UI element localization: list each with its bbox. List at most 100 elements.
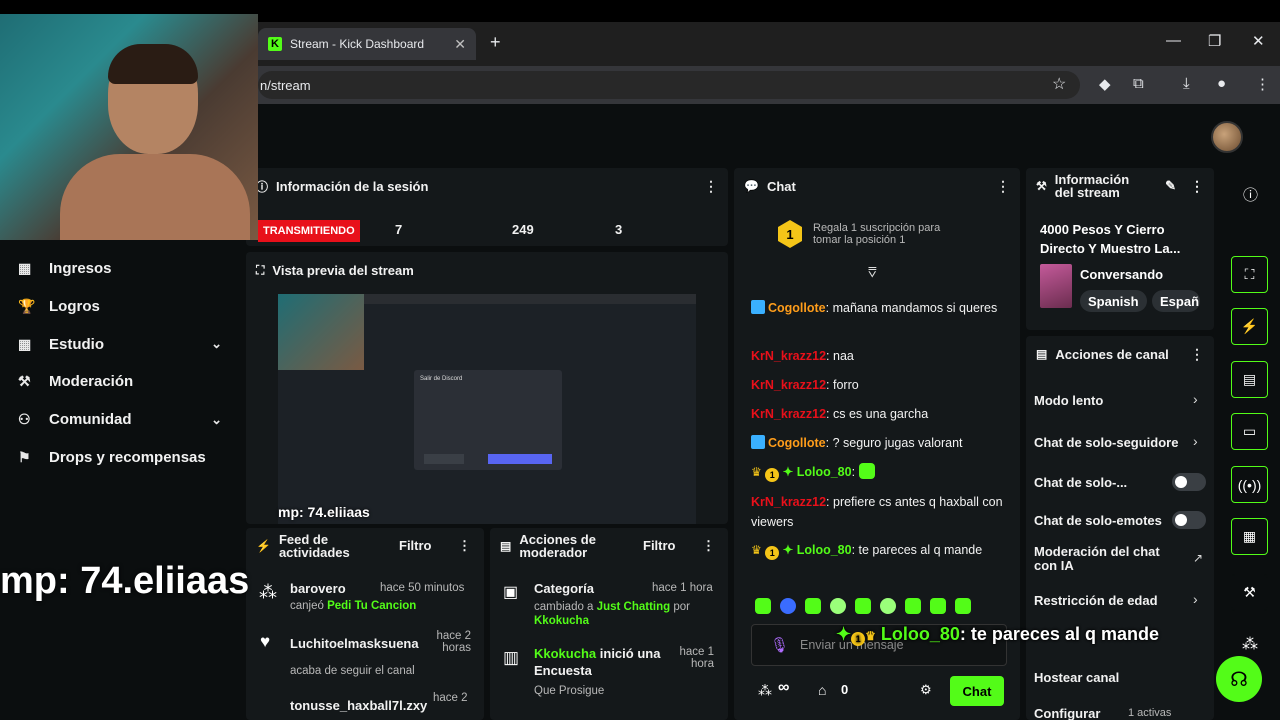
rail-preview-button[interactable]: ⛶ (1231, 256, 1268, 293)
activity-reward: Pedi Tu Cancion (327, 600, 417, 612)
close-window-button[interactable]: ✕ (1252, 32, 1265, 50)
chat-username[interactable]: KrN_krazz12 (751, 349, 826, 363)
new-tab-button[interactable]: + (490, 32, 501, 53)
sidebar-item-ingresos[interactable]: ▦ Ingresos (0, 250, 240, 288)
chat-username[interactable]: KrN_krazz12 (751, 407, 826, 421)
url-field[interactable]: n/stream (258, 71, 1080, 99)
preview-icon: ⛶ (1244, 266, 1255, 282)
stream-preview-video[interactable]: Salir de Discord (278, 294, 696, 524)
emotes-only-toggle[interactable] (1172, 511, 1206, 529)
category-thumbnail[interactable] (1040, 264, 1072, 308)
activity-item: Luchitoelmasksuena acaba de seguir el ca… (290, 636, 419, 677)
action-followers-only[interactable]: Chat de solo-seguidore (1034, 435, 1178, 450)
info-circle-icon[interactable]: ⓘ (1243, 184, 1258, 205)
users-icon: ⁂ (259, 582, 277, 602)
chat-username[interactable]: KrN_krazz12 (751, 495, 826, 509)
restore-button[interactable]: ❐ (1208, 32, 1221, 50)
gift-prompt[interactable]: Regala 1 suscripción para tomar la posic… (813, 222, 963, 246)
chevron-right-icon[interactable]: › (1193, 391, 1198, 407)
chat-username[interactable]: Cogollote (768, 436, 826, 450)
chat-username[interactable]: Loloo_80 (797, 465, 852, 479)
browser-menu-icon[interactable]: ⋮ (1255, 75, 1270, 93)
modactions-filter-button[interactable]: Filtro (643, 538, 676, 553)
stat-value: 249 (512, 222, 534, 237)
emote-icon[interactable] (780, 598, 796, 614)
rail-tools-button[interactable]: ⚒ (1231, 574, 1268, 611)
activity-filter-button[interactable]: Filtro (399, 538, 432, 553)
stream-info-header: ⚒ Información del stream ✎ ⋮ (1026, 168, 1214, 204)
action-configure[interactable]: Configurar (1034, 706, 1100, 720)
sidebar-item-logros[interactable]: 🏆 Logros (0, 288, 240, 326)
stream-category[interactable]: Conversando (1080, 267, 1163, 282)
action-slow-mode[interactable]: Modo lento (1034, 393, 1103, 408)
emote-icon[interactable] (905, 598, 921, 614)
minimize-button[interactable]: — (1166, 32, 1181, 49)
external-link-icon[interactable]: ↗ (1193, 551, 1203, 565)
chevron-right-icon[interactable]: › (1193, 433, 1198, 449)
activity-menu-icon[interactable]: ⋮ (458, 538, 471, 554)
wrench-icon: ⚒ (18, 373, 31, 390)
chat-menu-icon[interactable]: ⋮ (996, 178, 1010, 195)
rail-modlog-button[interactable]: ▤ (1231, 361, 1268, 398)
download-icon[interactable]: ⤓ (1183, 75, 1190, 92)
community-icon[interactable]: ⁂ (1242, 634, 1258, 654)
sidebar-item-moderacion[interactable]: ⚒ Moderación (0, 363, 240, 401)
pinned-toggle-icon[interactable]: ⩢ (868, 264, 877, 281)
stream-tag[interactable]: Españ (1152, 290, 1200, 312)
action-age-restriction[interactable]: Restricción de edad (1034, 593, 1158, 608)
rail-chat-button[interactable]: ▭ (1231, 413, 1268, 450)
rail-activity-button[interactable]: ⚡ (1231, 308, 1268, 345)
close-tab-icon[interactable]: ✕ (454, 36, 466, 53)
chat-username[interactable]: Cogollote (768, 301, 826, 315)
chat-send-button[interactable]: Chat (950, 676, 1004, 706)
emote-icon[interactable] (755, 598, 771, 614)
chevron-down-icon[interactable]: ⌄ (211, 336, 222, 352)
chat-text: : te pareces al q mande (851, 543, 983, 557)
chat-username[interactable]: KrN_krazz12 (751, 378, 826, 392)
extension-diamond-icon[interactable]: ◆ (1099, 75, 1111, 93)
preview-webcam (278, 294, 364, 370)
emote-icon[interactable] (855, 598, 871, 614)
action-ai-moderation[interactable]: Moderación del chat con IA (1034, 545, 1174, 573)
sidebar-item-label: Moderación (49, 373, 134, 391)
help-headset-button[interactable]: ☊ (1216, 656, 1262, 702)
microphone-icon[interactable]: 🎙 (770, 636, 789, 654)
channel-actions-header: ▤ Acciones de canal ⋮ (1026, 336, 1214, 372)
chat-username[interactable]: Loloo_80 (797, 543, 852, 557)
preview-dialog-button (424, 454, 464, 464)
chevron-right-icon[interactable]: › (1193, 591, 1198, 607)
rail-layout-button[interactable]: ▦ (1231, 518, 1268, 555)
user-avatar[interactable] (1211, 121, 1243, 153)
sidebar-item-estudio[interactable]: ▦ Estudio ⌄ (0, 325, 240, 363)
sub-badge-icon: 1 (765, 546, 780, 560)
stream-tag[interactable]: Spanish (1080, 290, 1147, 312)
session-menu-icon[interactable]: ⋮ (704, 178, 718, 195)
webcam-person-hair (108, 44, 198, 84)
chat-settings-icon[interactable]: ⚙ (920, 682, 932, 698)
emote-icon[interactable] (930, 598, 946, 614)
sidebar-item-drops[interactable]: ⚑ Drops y recompensas (0, 438, 240, 476)
subs-only-toggle[interactable] (1172, 473, 1206, 491)
browser-tab[interactable]: K Stream - Kick Dashboard ✕ (258, 28, 476, 60)
stream-info-menu-icon[interactable]: ⋮ (1190, 178, 1204, 195)
rail-broadcast-button[interactable]: ((•)) (1231, 466, 1268, 503)
profile-icon[interactable]: ● (1217, 75, 1226, 92)
action-host-channel[interactable]: Hostear canal (1034, 670, 1119, 685)
chat-bubble-icon: ▭ (1242, 423, 1257, 439)
modactions-menu-icon[interactable]: ⋮ (702, 538, 715, 554)
edit-pencil-icon[interactable]: ✎ (1165, 178, 1176, 194)
emote-icon[interactable] (880, 598, 896, 614)
bookmark-star-icon[interactable]: ☆ (1052, 74, 1066, 94)
sidebar-item-comunidad[interactable]: ⚇ Comunidad ⌄ (0, 401, 240, 439)
channel-actions-menu-icon[interactable]: ⋮ (1190, 346, 1204, 363)
extensions-puzzle-icon[interactable]: ⧉ (1133, 75, 1144, 92)
preview-browser-bar (364, 294, 696, 304)
emote-icon[interactable] (955, 598, 971, 614)
store-icon[interactable]: ⌂ (818, 682, 826, 698)
chevron-down-icon[interactable]: ⌄ (211, 412, 222, 428)
emote-icon[interactable] (830, 598, 846, 614)
action-subs-only: Chat de solo-... (1034, 475, 1128, 490)
activity-action: canjeó (290, 600, 324, 612)
community-icon[interactable]: ⁂ (758, 682, 772, 699)
emote-icon[interactable] (805, 598, 821, 614)
